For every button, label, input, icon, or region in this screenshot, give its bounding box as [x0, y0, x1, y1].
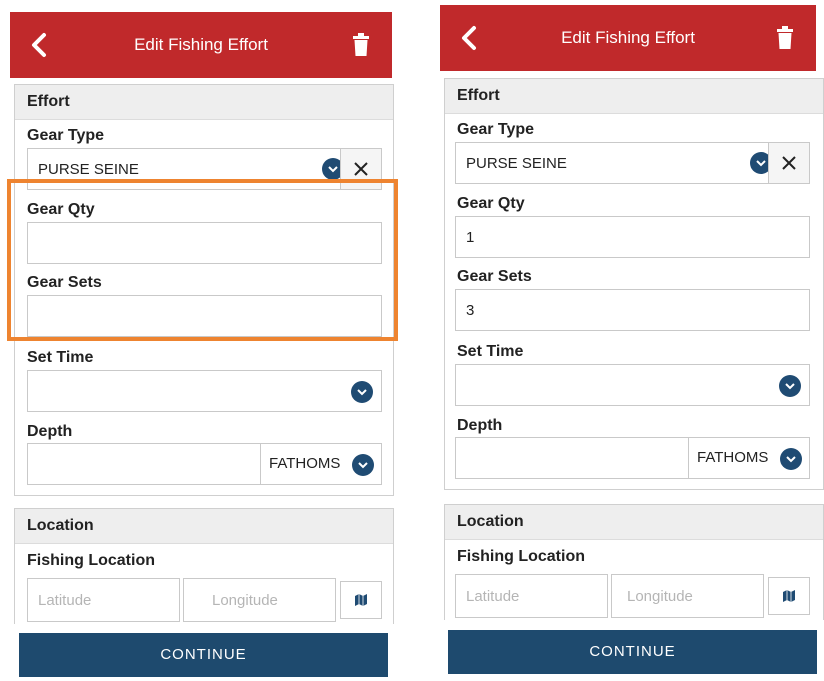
- depth-unit-select[interactable]: FATHOMS: [688, 437, 810, 479]
- chevron-down-icon: [351, 381, 373, 403]
- gear-qty-input[interactable]: 1: [455, 216, 810, 258]
- set-time-select[interactable]: [27, 370, 382, 412]
- gear-qty-label: Gear Qty: [457, 195, 525, 212]
- highlight-box: [7, 179, 398, 341]
- map-button[interactable]: [768, 577, 810, 615]
- depth-label: Depth: [27, 423, 73, 440]
- location-panel: Location Fishing Location Latitude Longi…: [14, 508, 394, 624]
- screen-left: Edit Fishing Effort Effort Gear Type PUR…: [0, 0, 402, 681]
- app-header: Edit Fishing Effort: [440, 5, 816, 71]
- longitude-placeholder: Longitude: [627, 588, 693, 605]
- gear-type-label: Gear Type: [457, 121, 535, 138]
- map-button[interactable]: [340, 581, 382, 619]
- depth-input[interactable]: [27, 443, 261, 485]
- depth-input[interactable]: [455, 437, 689, 479]
- gear-sets-input[interactable]: 3: [455, 289, 810, 331]
- gear-type-value: PURSE SEINE: [466, 155, 567, 172]
- set-time-select[interactable]: [455, 364, 810, 406]
- latitude-input[interactable]: Latitude: [27, 578, 180, 622]
- close-icon: [782, 156, 796, 170]
- continue-button[interactable]: CONTINUE: [19, 633, 388, 677]
- effort-heading: Effort: [445, 79, 823, 114]
- page-title: Edit Fishing Effort: [134, 35, 268, 54]
- longitude-placeholder: Longitude: [212, 592, 278, 609]
- chevron-down-icon: [779, 375, 801, 397]
- latitude-placeholder: Latitude: [466, 588, 520, 605]
- depth-unit-value: FATHOMS: [269, 455, 341, 472]
- continue-button[interactable]: CONTINUE: [448, 630, 817, 674]
- screen-right: Edit Fishing Effort Effort Gear Type PUR…: [432, 0, 824, 681]
- location-panel: Location Fishing Location Latitude Longi…: [444, 504, 824, 620]
- page-title: Edit Fishing Effort: [561, 28, 695, 47]
- gear-qty-value: 1: [466, 229, 475, 246]
- gear-type-label: Gear Type: [27, 127, 105, 144]
- fishing-location-label: Fishing Location: [457, 548, 585, 565]
- chevron-down-icon: [780, 448, 802, 470]
- trash-icon[interactable]: [776, 26, 794, 50]
- location-heading: Location: [15, 509, 393, 544]
- map-icon: [783, 590, 795, 602]
- gear-sets-label: Gear Sets: [457, 268, 532, 285]
- close-icon: [354, 162, 368, 176]
- effort-panel: Effort Gear Type PURSE SEINE Gear Qty 1 …: [444, 78, 824, 490]
- gear-sets-value: 3: [466, 302, 475, 319]
- depth-unit-select[interactable]: FATHOMS: [260, 443, 382, 485]
- trash-icon[interactable]: [352, 33, 370, 57]
- latitude-placeholder: Latitude: [38, 592, 92, 609]
- chevron-down-icon: [352, 454, 374, 476]
- map-icon: [355, 594, 367, 606]
- set-time-label: Set Time: [457, 343, 524, 360]
- clear-gear-type-button[interactable]: [768, 142, 810, 184]
- depth-unit-value: FATHOMS: [697, 449, 769, 466]
- gear-type-select[interactable]: PURSE SEINE: [455, 142, 781, 184]
- longitude-input[interactable]: Longitude: [183, 578, 336, 622]
- longitude-input[interactable]: Longitude: [611, 574, 764, 618]
- app-header: Edit Fishing Effort: [10, 12, 392, 78]
- latitude-input[interactable]: Latitude: [455, 574, 608, 618]
- location-heading: Location: [445, 505, 823, 540]
- effort-heading: Effort: [15, 85, 393, 120]
- set-time-label: Set Time: [27, 349, 94, 366]
- depth-label: Depth: [457, 417, 503, 434]
- fishing-location-label: Fishing Location: [27, 552, 155, 569]
